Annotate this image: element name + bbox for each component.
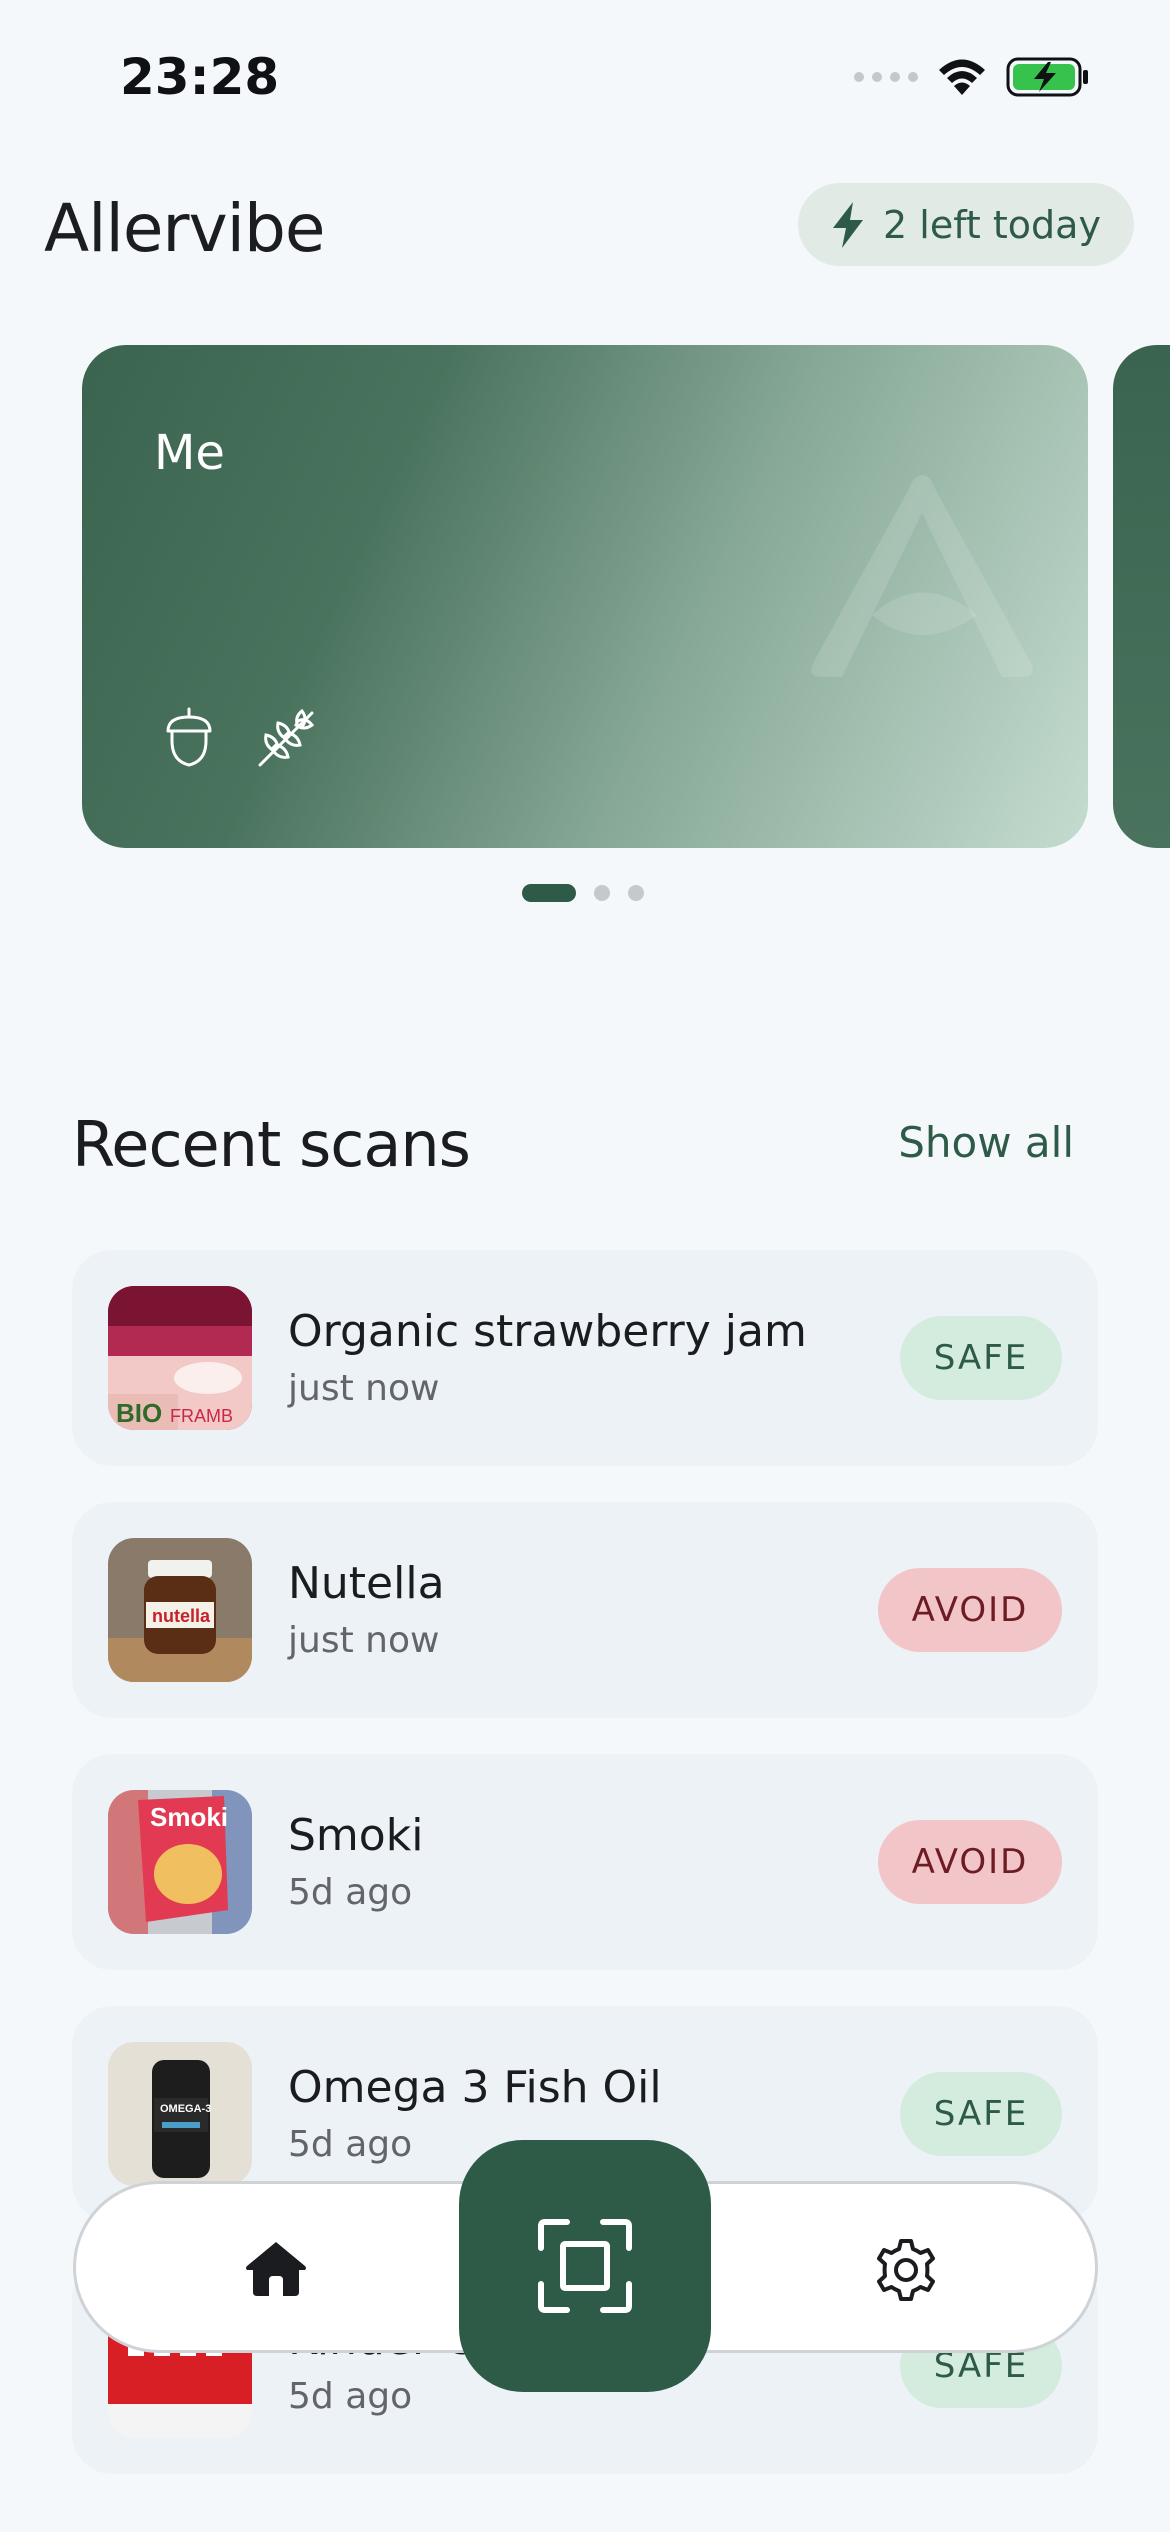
product-thumbnail: nutella [108,1538,252,1682]
scans-left-badge[interactable]: 2 left today [798,183,1134,266]
allergen-icons [162,705,318,769]
home-tab[interactable] [236,2234,316,2304]
status-time: 23:28 [120,48,280,106]
scans-left-label: 2 left today [883,202,1101,247]
settings-icon [877,2239,935,2301]
profile-card[interactable]: Me [82,345,1088,848]
acorn-icon [166,707,212,767]
carousel-pagination [522,884,644,902]
status-indicators [854,52,1090,102]
svg-text:FRAMB: FRAMB [170,1406,233,1426]
product-name: Nutella [288,1558,445,1609]
scan-item[interactable]: BIO FRAMB Organic strawberry jam just no… [72,1250,1098,1466]
cellular-signal-icon [854,72,918,82]
product-name: Organic strawberry jam [288,1306,807,1357]
status-bar: 23:28 [0,0,1170,150]
wifi-icon [939,59,985,95]
svg-text:nutella: nutella [152,1606,211,1626]
svg-text:BIO: BIO [116,1398,162,1428]
scan-item[interactable]: Smoki Smoki 5d ago AVOID [72,1754,1098,1970]
next-profile-card[interactable] [1113,345,1170,848]
lightning-icon [833,201,864,248]
scan-time: 5d ago [288,2124,413,2165]
scan-time: just now [288,1620,440,1661]
app-title: Allervibe [44,190,325,267]
scan-button[interactable] [459,2140,711,2392]
product-name: Omega 3 Fish Oil [288,2062,662,2113]
product-thumbnail: BIO FRAMB [108,1286,252,1430]
scan-time: 5d ago [288,1872,413,1913]
scan-time: 5d ago [288,2376,413,2417]
profile-name: Me [154,425,225,481]
settings-tab[interactable] [866,2232,946,2308]
carousel-dot[interactable] [594,885,610,901]
svg-text:OMEGA-3: OMEGA-3 [160,2103,211,2115]
svg-text:Smoki: Smoki [150,1802,228,1832]
wheat-icon [258,708,315,767]
status-badge: AVOID [878,1568,1062,1652]
allervibe-logo-watermark [811,475,1033,677]
carousel-dot[interactable] [628,885,644,901]
carousel-dot-active[interactable] [522,884,576,902]
status-badge: SAFE [900,2072,1062,2156]
status-badge: SAFE [900,1316,1062,1400]
recent-scans-title: Recent scans [72,1108,471,1181]
home-icon [246,2242,306,2296]
battery-charging-icon [1006,57,1088,97]
show-all-link[interactable]: Show all [898,1118,1074,1167]
product-thumbnail: Smoki [108,1790,252,1934]
status-badge: AVOID [878,1820,1062,1904]
scan-time: just now [288,1368,440,1409]
product-thumbnail: OMEGA-3 [108,2042,252,2186]
product-name: Smoki [288,1810,424,1861]
scan-icon [538,2219,632,2313]
scan-item[interactable]: nutella Nutella just now AVOID [72,1502,1098,1718]
